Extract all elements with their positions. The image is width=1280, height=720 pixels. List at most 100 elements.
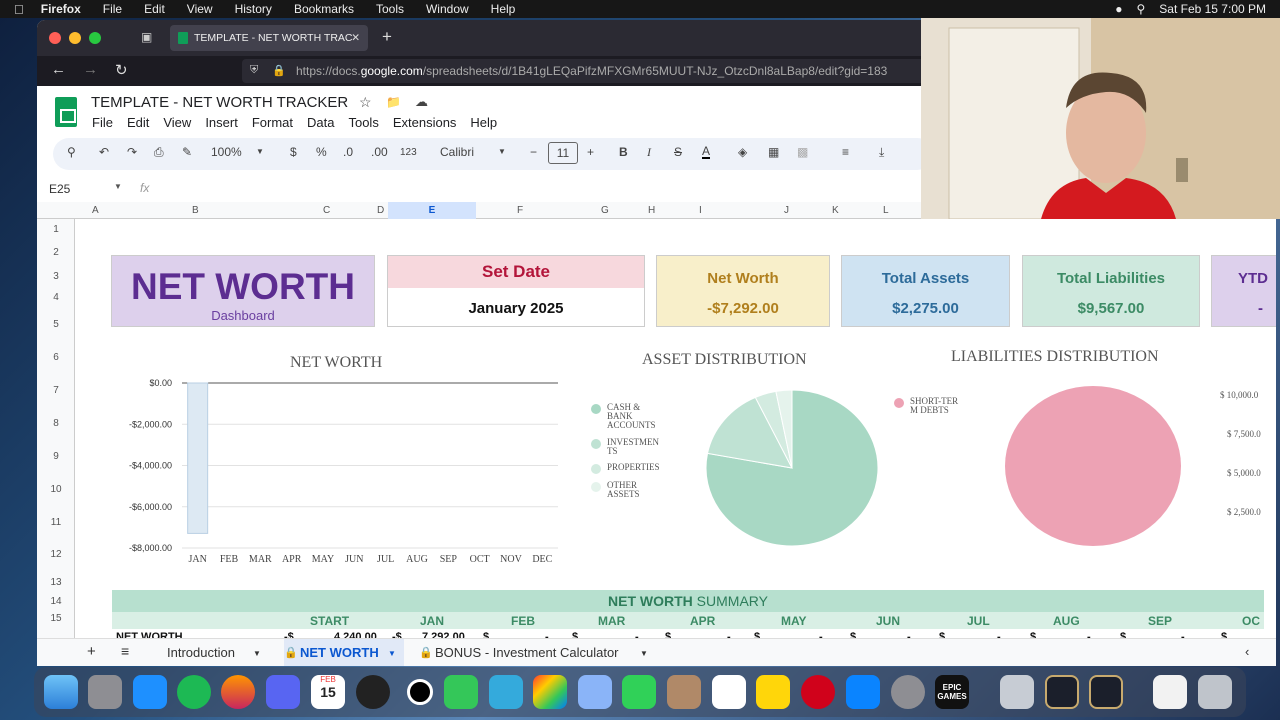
sheets-logo-icon[interactable]: [55, 97, 77, 127]
sheets-menu-extensions[interactable]: Extensions: [393, 115, 457, 130]
sheets-menu-data[interactable]: Data: [307, 115, 334, 130]
sheets-menu-edit[interactable]: Edit: [127, 115, 149, 130]
column-header[interactable]: H: [648, 205, 655, 216]
column-header[interactable]: L: [883, 205, 889, 216]
row-header[interactable]: 12: [37, 549, 75, 560]
font-select[interactable]: Calibri: [440, 145, 474, 159]
row-header[interactable]: 14: [37, 596, 75, 607]
column-header[interactable]: G: [601, 205, 609, 216]
row-header[interactable]: 5: [37, 319, 75, 330]
increase-font-size-icon[interactable]: +: [587, 145, 594, 159]
row-header[interactable]: 3: [37, 271, 75, 282]
format-percent-button[interactable]: %: [316, 145, 327, 159]
menu-edit[interactable]: Edit: [133, 2, 176, 16]
chevron-down-icon[interactable]: ▼: [256, 147, 264, 156]
collapse-sidepanel-icon[interactable]: ‹: [1245, 644, 1249, 659]
system-settings-icon[interactable]: [891, 675, 925, 709]
column-header[interactable]: A: [92, 205, 99, 216]
set-date-value[interactable]: January 2025: [388, 300, 644, 317]
row-header[interactable]: 11: [37, 517, 75, 528]
row-header[interactable]: 15: [37, 613, 75, 624]
column-header[interactable]: F: [517, 205, 523, 216]
obs-icon[interactable]: [356, 675, 390, 709]
italic-icon[interactable]: I: [647, 145, 651, 160]
reload-icon[interactable]: ↻: [115, 61, 128, 79]
chevron-down-icon[interactable]: ▼: [640, 649, 648, 658]
chevron-down-icon[interactable]: ▼: [114, 182, 122, 191]
column-header-selected[interactable]: E: [388, 202, 476, 219]
app-store-icon[interactable]: [846, 675, 880, 709]
preview-icon[interactable]: [1000, 675, 1034, 709]
column-header[interactable]: J: [784, 205, 789, 216]
sheets-menu-help[interactable]: Help: [470, 115, 497, 130]
search-menus-icon[interactable]: ⚲: [67, 145, 76, 159]
new-tab-button[interactable]: +: [382, 27, 392, 47]
column-header[interactable]: D: [377, 205, 384, 216]
spreadsheet-grid[interactable]: A B C D E F G H I J K L 1 2 3 4 5 6 7 8 …: [37, 202, 1276, 643]
add-sheet-button[interactable]: +: [87, 643, 96, 660]
move-folder-icon[interactable]: 📁: [386, 95, 401, 109]
browser-tab-active[interactable]: TEMPLATE - NET WORTH TRAC ✕: [170, 25, 368, 51]
epic-games-icon[interactable]: EPIC GAMES: [935, 675, 969, 709]
tab-overview-icon[interactable]: ▣: [141, 30, 152, 44]
vertical-align-icon[interactable]: ⤓: [879, 145, 884, 160]
back-arrow-icon[interactable]: ←: [51, 61, 66, 78]
calendar-icon[interactable]: FEB 15: [311, 675, 345, 709]
documents-folder-icon[interactable]: [1153, 675, 1187, 709]
facetime-icon[interactable]: [622, 675, 656, 709]
lock-icon[interactable]: 🔒: [272, 64, 286, 77]
format-currency-button[interactable]: $: [290, 145, 297, 159]
sheets-menu-tools[interactable]: Tools: [348, 115, 378, 130]
safari-icon[interactable]: [133, 675, 167, 709]
menu-app-name[interactable]: Firefox: [30, 2, 92, 16]
increase-decimal-button[interactable]: .00: [371, 145, 388, 159]
discord-icon[interactable]: [266, 675, 300, 709]
print-icon[interactable]: ⎙: [154, 145, 164, 160]
text-color-icon[interactable]: A: [702, 145, 711, 159]
contacts-icon[interactable]: [667, 675, 701, 709]
paint-format-icon[interactable]: ✎: [182, 145, 192, 159]
search-icon[interactable]: ⚲: [1136, 2, 1145, 16]
column-header[interactable]: K: [832, 205, 839, 216]
launchpad-icon[interactable]: [88, 675, 122, 709]
shield-icon[interactable]: ⛨: [250, 64, 258, 77]
sheets-menu-insert[interactable]: Insert: [205, 115, 238, 130]
zoom-select[interactable]: 100%: [211, 145, 242, 159]
row-header[interactable]: 7: [37, 385, 75, 396]
all-sheets-icon[interactable]: ≡: [121, 643, 129, 659]
row-header[interactable]: 4: [37, 292, 75, 303]
sheet-tab-net-worth[interactable]: NET WORTH: [300, 645, 379, 660]
row-header[interactable]: 2: [37, 247, 75, 258]
photos-icon[interactable]: [533, 675, 567, 709]
league-of-legends-icon[interactable]: [1089, 675, 1123, 709]
menu-history[interactable]: History: [224, 2, 283, 16]
menu-view[interactable]: View: [176, 2, 224, 16]
finder-icon[interactable]: [44, 675, 78, 709]
row-header[interactable]: 13: [37, 577, 75, 588]
font-size-input[interactable]: 11: [548, 142, 578, 164]
notes-icon[interactable]: [756, 675, 790, 709]
bold-icon[interactable]: B: [619, 145, 628, 159]
strikethrough-icon[interactable]: S: [674, 145, 682, 159]
quicktime-icon[interactable]: [578, 675, 612, 709]
horizontal-align-icon[interactable]: ≡: [842, 145, 849, 159]
row-header[interactable]: 8: [37, 418, 75, 429]
menu-help[interactable]: Help: [480, 2, 527, 16]
maps-icon[interactable]: [489, 675, 523, 709]
forward-arrow-icon[interactable]: →: [83, 61, 98, 78]
document-title[interactable]: TEMPLATE - NET WORTH TRACKER: [91, 94, 348, 111]
close-tab-icon[interactable]: ✕: [351, 32, 360, 44]
sheets-menu-view[interactable]: View: [163, 115, 191, 130]
sheet-tab-introduction[interactable]: Introduction: [167, 645, 235, 660]
menu-tools[interactable]: Tools: [365, 2, 415, 16]
borders-icon[interactable]: ▦: [768, 145, 779, 159]
apple-icon[interactable]: : [0, 2, 30, 17]
minimize-window-button[interactable]: [69, 32, 81, 44]
name-box[interactable]: E25: [49, 182, 70, 196]
menu-window[interactable]: Window: [415, 2, 480, 16]
chevron-down-icon[interactable]: ▼: [253, 649, 261, 658]
row-header[interactable]: 10: [37, 484, 75, 495]
star-icon[interactable]: ☆: [359, 94, 372, 111]
wifi-icon[interactable]: ●: [1115, 2, 1122, 16]
fill-color-icon[interactable]: ◈: [738, 145, 747, 159]
